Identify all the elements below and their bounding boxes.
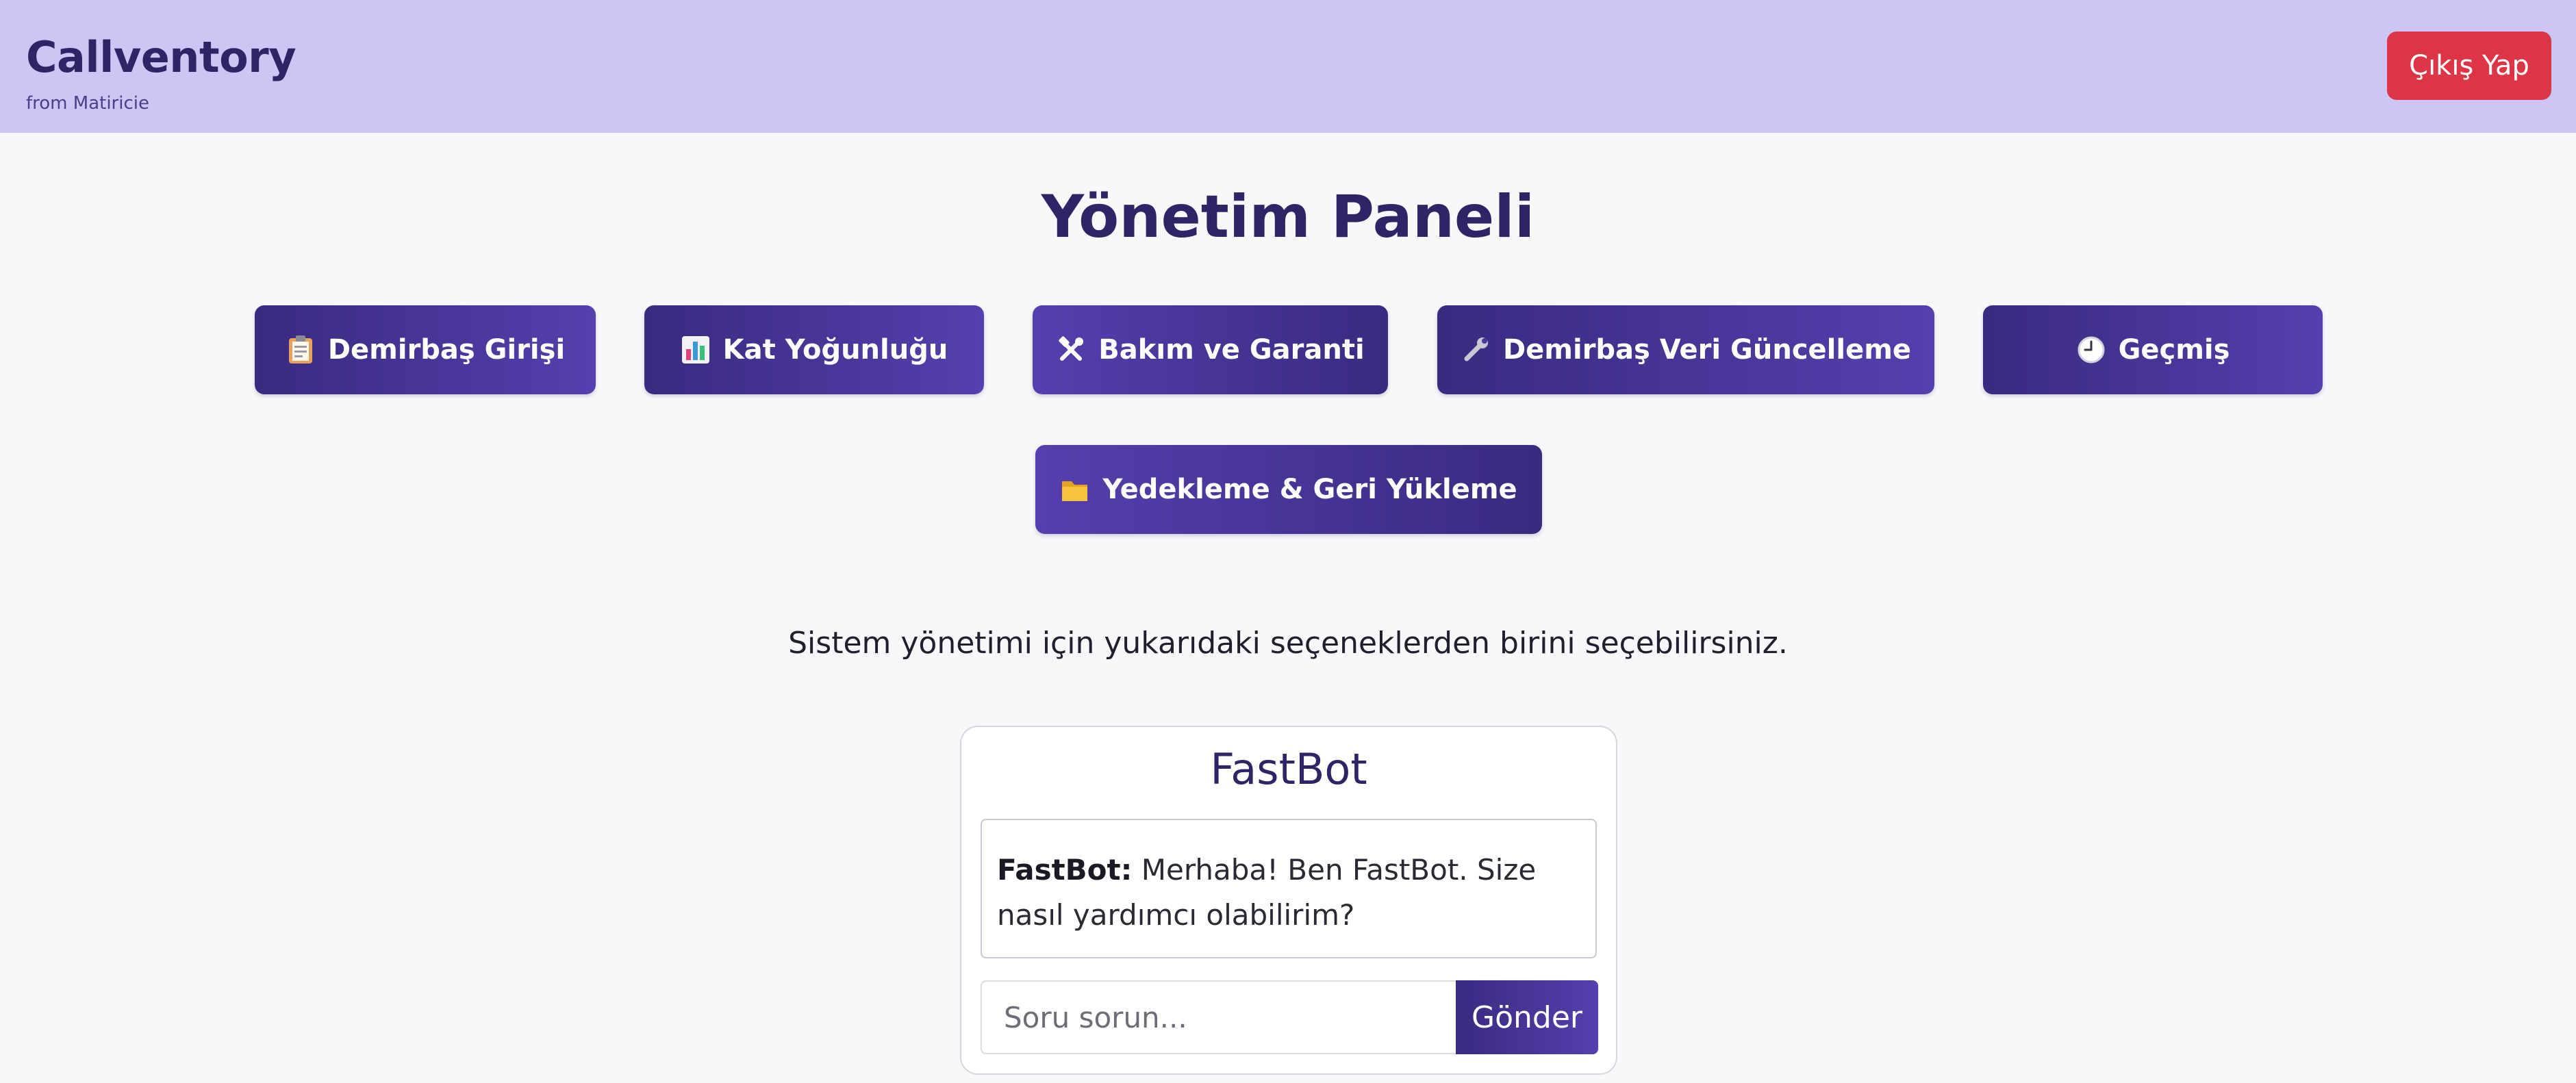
menu-button-label: Bakım ve Garanti — [1098, 334, 1365, 366]
info-text: Sistem yönetimi için yukarıdaki seçenekl… — [788, 626, 1788, 661]
menu-button-history[interactable]: Geçmiş — [1983, 305, 2323, 394]
menu-button-asset-entry[interactable]: Demirbaş Girişi — [255, 305, 596, 394]
menu-button-asset-data-update[interactable]: Demirbaş Veri Güncelleme — [1437, 305, 1934, 394]
brand: Callventory from Matiricie — [26, 30, 296, 115]
clipboard-icon — [286, 335, 316, 365]
menu-button-floor-density[interactable]: Kat Yoğunluğu — [644, 305, 984, 394]
chatbot-title: FastBot — [1210, 744, 1367, 794]
bar-chart-icon — [681, 335, 711, 365]
chat-message: FastBot: Merhaba! Ben FastBot. Size nası… — [997, 848, 1580, 938]
chat-message-sender: FastBot: — [997, 853, 1133, 887]
menu-button-label: Demirbaş Girişi — [327, 334, 566, 366]
brand-title[interactable]: Callventory — [26, 30, 296, 85]
menu-button-label: Kat Yoğunluğu — [722, 334, 948, 366]
top-navbar: Callventory from Matiricie Çıkış Yap — [0, 0, 2576, 133]
menu-button-label: Geçmiş — [2118, 334, 2230, 366]
chat-messages[interactable]: FastBot: Merhaba! Ben FastBot. Size nası… — [981, 819, 1597, 958]
folder-icon — [1060, 474, 1090, 505]
menu-button-backup-restore[interactable]: Yedekleme & Geri Yükleme — [1035, 445, 1542, 534]
chatbot-panel: FastBot FastBot: Merhaba! Ben FastBot. S… — [960, 726, 1617, 1075]
page-title: Yönetim Paneli — [1041, 183, 1535, 251]
wrench-icon — [1461, 335, 1491, 365]
clock-icon — [2076, 335, 2106, 365]
menu-button-maintenance-warranty[interactable]: Bakım ve Garanti — [1033, 305, 1388, 394]
menu-button-label: Demirbaş Veri Güncelleme — [1502, 334, 1912, 366]
brand-subtitle: from Matiricie — [26, 93, 149, 114]
hammer-wrench-icon — [1056, 335, 1086, 365]
logout-button[interactable]: Çıkış Yap — [2387, 31, 2551, 100]
menu-button-label: Yedekleme & Geri Yükleme — [1102, 474, 1517, 505]
chat-input[interactable] — [981, 980, 1456, 1054]
send-button[interactable]: Gönder — [1456, 980, 1598, 1054]
